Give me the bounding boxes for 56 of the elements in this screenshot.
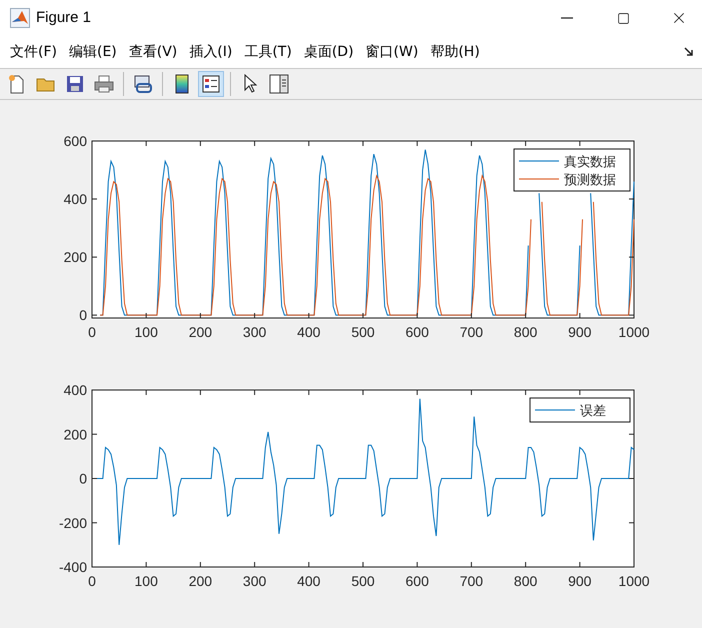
x-tick-label: 500: [351, 573, 375, 589]
toolbar-button[interactable]: [198, 71, 224, 97]
matlab-logo-icon: [10, 8, 30, 28]
menu-item[interactable]: 工具(T): [238, 42, 298, 62]
x-tick-label: 900: [568, 573, 592, 589]
dock-arrow-icon[interactable]: [684, 47, 694, 57]
x-tick-label: 800: [514, 573, 538, 589]
x-tick-label: 700: [460, 573, 484, 589]
x-tick-label: 400: [297, 573, 320, 589]
printer-icon: [94, 75, 114, 93]
x-tick-label: 200: [188, 324, 212, 340]
x-tick-label: 1000: [618, 573, 650, 589]
menu-item[interactable]: 查看(V): [122, 42, 184, 62]
x-tick-label: 400: [297, 324, 320, 340]
new-document-icon: [8, 74, 26, 94]
menu-item[interactable]: 插入(I): [183, 42, 238, 62]
colorbar-icon: [175, 74, 189, 94]
x-tick-label: 200: [188, 573, 212, 589]
legend-label: 误差: [580, 404, 606, 419]
y-tick-label: 200: [64, 426, 87, 442]
legend-label: 预测数据: [564, 173, 616, 188]
menu-item[interactable]: 编辑(E): [62, 42, 123, 62]
y-tick-label: 600: [64, 133, 87, 149]
x-tick-label: 800: [514, 324, 538, 340]
x-tick-label: 100: [134, 324, 158, 340]
menu-item[interactable]: 桌面(D): [298, 42, 360, 62]
y-tick-label: -200: [58, 514, 87, 531]
y-tick-label: 400: [64, 191, 87, 208]
y-tick-label: -400: [58, 559, 87, 575]
x-tick-label: 900: [568, 324, 592, 340]
menu-item[interactable]: 窗口(W): [360, 42, 424, 62]
legend-label: 真实数据: [564, 155, 616, 170]
x-tick-label: 0: [88, 324, 96, 340]
y-tick-label: 0: [79, 307, 87, 324]
linked-figure-icon: [133, 74, 153, 94]
legend: 误差: [530, 398, 630, 422]
x-tick-label: 600: [406, 573, 429, 589]
pointer-arrow-icon: [243, 74, 257, 94]
x-tick-label: 700: [460, 324, 484, 340]
maximize-icon: [616, 12, 630, 24]
x-tick-label: 500: [351, 324, 375, 340]
x-tick-label: 0: [88, 573, 96, 589]
x-tick-label: 600: [406, 324, 429, 340]
menu-item[interactable]: 文件(F): [4, 42, 63, 62]
x-tick-label: 300: [242, 573, 266, 589]
minimize-icon: [561, 17, 573, 19]
window-title: Figure 1: [36, 8, 92, 28]
legend-icon: [202, 75, 220, 93]
x-tick-label: 1000: [618, 324, 650, 340]
y-tick-label: 0: [79, 470, 87, 486]
x-tick-label: 100: [134, 573, 158, 589]
x-tick-label: 300: [242, 324, 266, 340]
property-panel-icon: [269, 74, 289, 94]
y-tick-label: 400: [64, 382, 87, 398]
menu-item[interactable]: 帮助(H): [424, 42, 486, 62]
y-tick-label: 200: [64, 249, 87, 266]
